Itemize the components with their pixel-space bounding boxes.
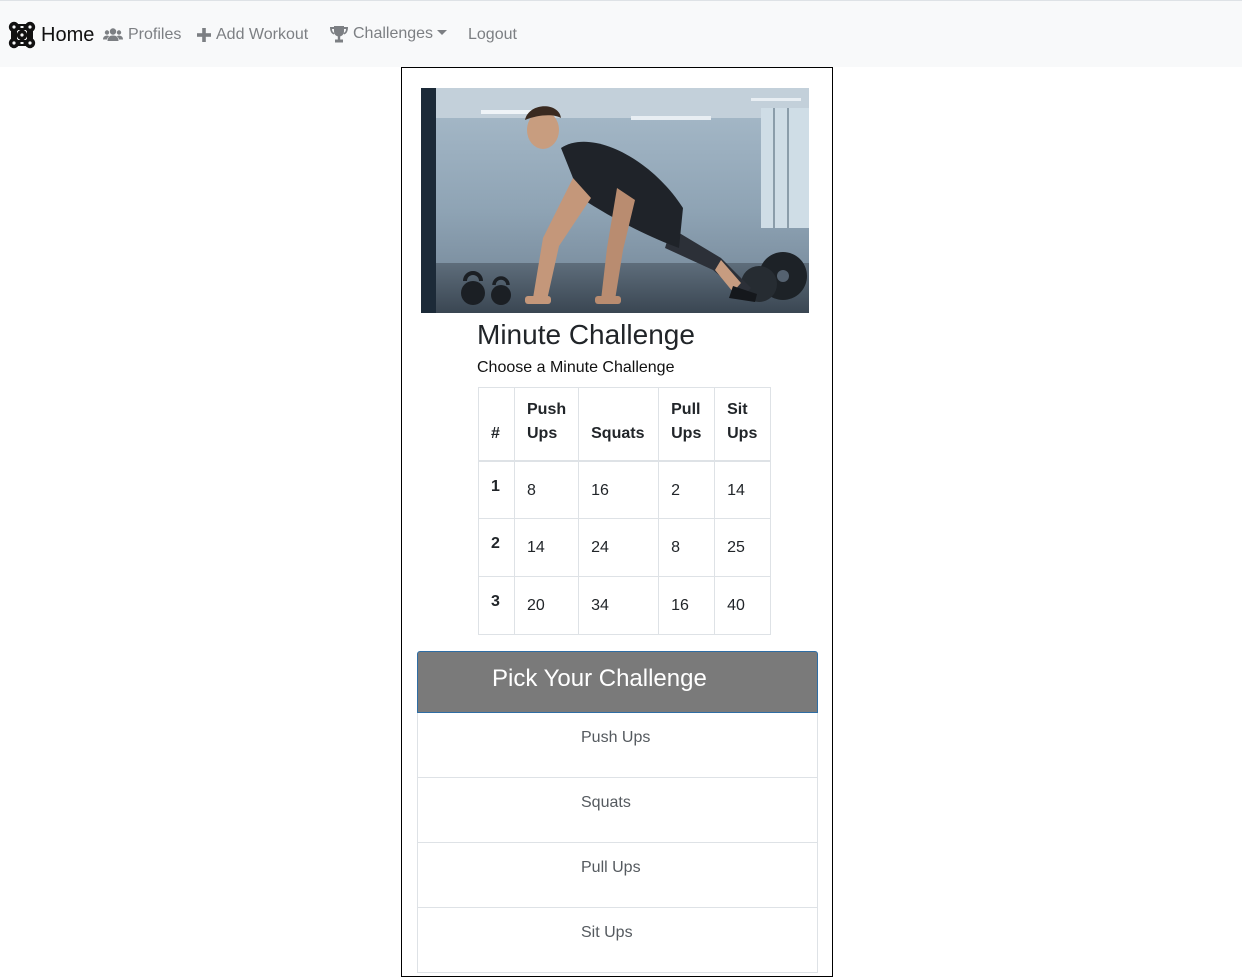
- nav-logout-link[interactable]: Logout: [468, 23, 517, 47]
- push-ups-cell: 20: [513, 576, 580, 635]
- table-header: # Push Ups Squats Pull Ups Sit Ups: [478, 387, 772, 462]
- challenge-option-pull-ups[interactable]: Pull Ups: [417, 843, 818, 908]
- row-number-cell: 2: [478, 518, 515, 577]
- column-header-text: Ups: [671, 424, 702, 442]
- pick-challenge-header: Pick Your Challenge: [417, 651, 818, 713]
- sit-ups-cell: 25: [714, 518, 772, 577]
- trophy-icon: [330, 25, 348, 42]
- nav-profiles-label: Profiles: [128, 26, 182, 43]
- plus-icon: [197, 28, 211, 42]
- pushup-hero-image: [421, 88, 809, 313]
- nav-logout-label: Logout: [468, 26, 517, 43]
- pull-ups-cell: 8: [658, 518, 716, 577]
- nav-add-workout-label: Add Workout: [216, 26, 309, 43]
- dumbbell-cluster-logo-icon: [8, 21, 36, 49]
- column-header-number-text: #: [491, 424, 500, 442]
- nav-challenges-label: Challenges: [353, 25, 434, 42]
- column-header-push-ups: Push Ups: [513, 387, 580, 462]
- column-header-pull-ups: Pull Ups: [658, 387, 716, 462]
- squats-cell: 24: [578, 518, 660, 577]
- users-icon: [103, 28, 123, 41]
- nav-profiles-link[interactable]: Profiles: [103, 23, 181, 47]
- table-row: 1 8 16 2 14: [478, 460, 772, 519]
- column-header-squats: Squats: [578, 387, 660, 462]
- challenge-table: # Push Ups Squats Pull Ups Sit Ups 1 8 16 2…: [478, 387, 772, 635]
- navbar: Home Profiles Add Workout Challenges Log…: [0, 0, 1242, 67]
- squats-cell: 16: [578, 460, 660, 519]
- row-number-cell: 1: [478, 460, 515, 519]
- chevron-down-icon: [437, 29, 448, 35]
- column-header-text: Sit: [727, 400, 748, 418]
- column-header-text: Push: [527, 400, 567, 418]
- column-header-text: Ups: [527, 424, 558, 442]
- column-header-text: Ups: [727, 424, 758, 442]
- brand-home-link[interactable]: Home: [8, 21, 94, 49]
- challenge-option-push-ups[interactable]: Push Ups: [417, 713, 818, 778]
- table-row: 2 14 24 8 25: [478, 518, 772, 577]
- table-body: 1 8 16 2 14 2 14 24 8 25 3 20 34 16 40: [478, 460, 772, 635]
- nav-challenges-dropdown[interactable]: Challenges: [330, 22, 448, 46]
- pick-challenge-list: Pick Your Challenge Push Ups Squats Pull…: [417, 651, 818, 973]
- pull-ups-cell: 16: [658, 576, 716, 635]
- table-row: 3 20 34 16 40: [478, 576, 772, 635]
- challenge-option-squats[interactable]: Squats: [417, 778, 818, 843]
- column-header-text: Squats: [591, 424, 645, 442]
- card-subtitle: Choose a Minute Challenge: [477, 359, 675, 376]
- pull-ups-cell: 2: [658, 460, 716, 519]
- nav-add-workout-link[interactable]: Add Workout: [197, 23, 308, 47]
- challenge-card: Minute Challenge Choose a Minute Challen…: [401, 67, 833, 977]
- sit-ups-cell: 40: [714, 576, 772, 635]
- column-header-number: #: [478, 387, 515, 462]
- squats-cell: 34: [578, 576, 660, 635]
- sit-ups-cell: 14: [714, 460, 772, 519]
- card-title: Minute Challenge: [477, 319, 695, 350]
- challenge-option-sit-ups[interactable]: Sit Ups: [417, 908, 818, 973]
- row-number-cell: 3: [478, 576, 515, 635]
- push-ups-cell: 8: [513, 460, 580, 519]
- column-header-text: Pull: [671, 400, 701, 418]
- brand-label: Home: [41, 23, 95, 46]
- push-ups-cell: 14: [513, 518, 580, 577]
- table-header-row: # Push Ups Squats Pull Ups Sit Ups: [478, 387, 772, 462]
- column-header-sit-ups: Sit Ups: [714, 387, 772, 462]
